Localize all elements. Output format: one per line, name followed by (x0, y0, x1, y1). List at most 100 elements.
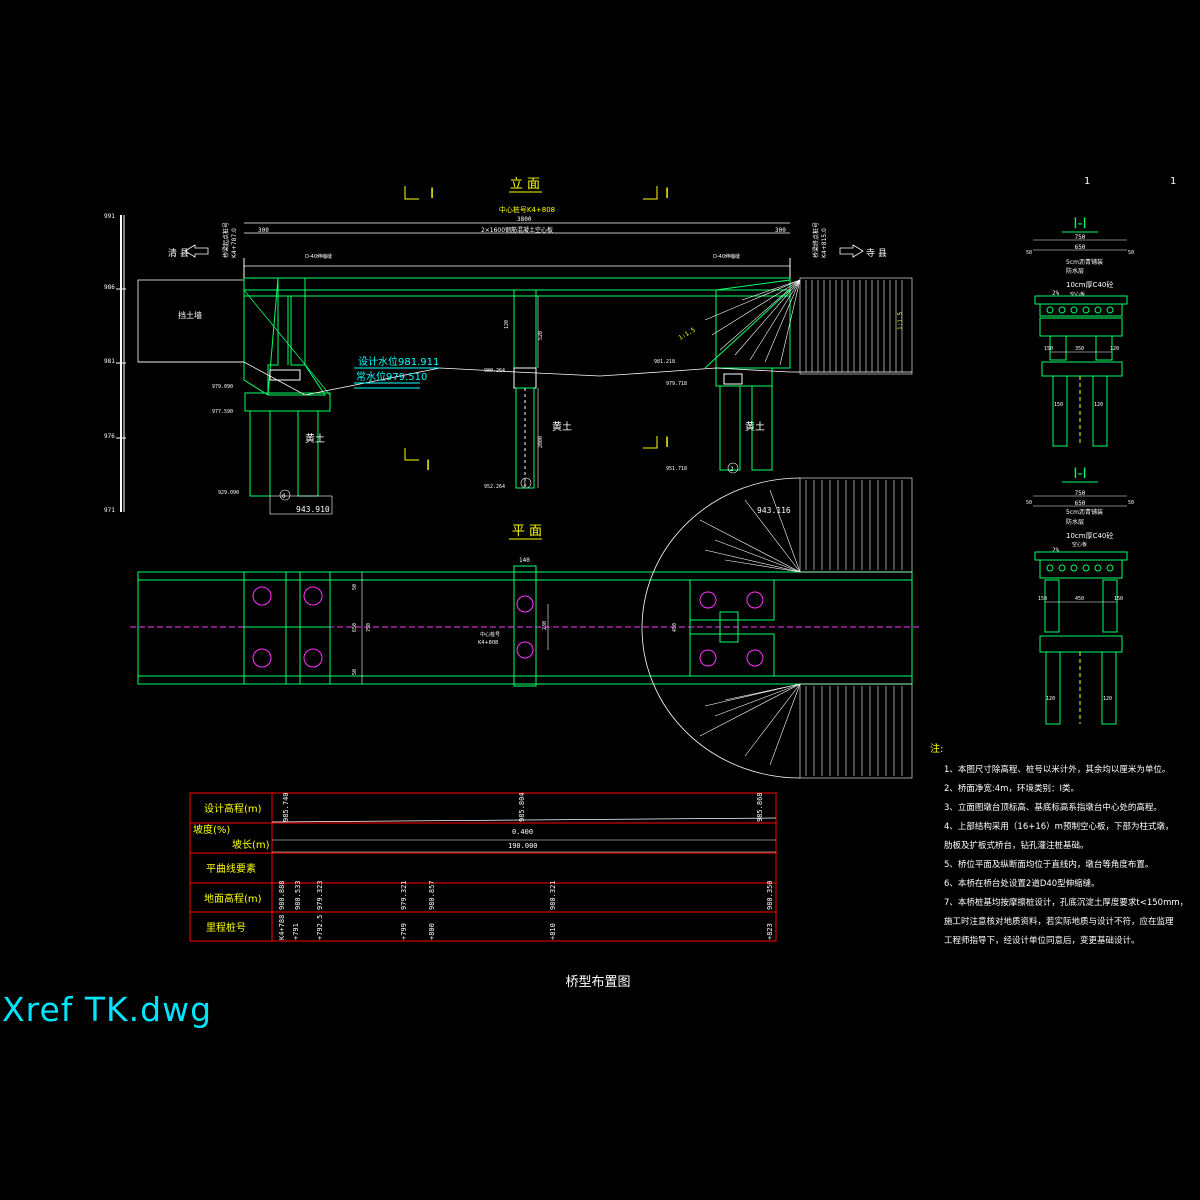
table-row-label: 坡长(m) (232, 838, 270, 851)
svg-text:980.888: 980.888 (278, 880, 286, 910)
elevation-view: 立 面 I I I I 中心桩号K4+808 3800 300 300 2×16… (104, 177, 913, 515)
plan-center-pier (513, 565, 537, 687)
right-cone-hatching (704, 279, 801, 366)
note-line: 3、立面图墩台顶标高、基底标高系指墩台中心处的高程。 (944, 802, 1162, 813)
svg-text:120: 120 (1094, 402, 1103, 408)
section-title-lower: I-I (1073, 466, 1086, 482)
svg-text:150: 150 (1054, 402, 1063, 408)
right-station: K4+815.0 (821, 228, 828, 258)
retaining-wall (137, 279, 245, 363)
center-pile-label: 中心桩号K4+808 (499, 205, 555, 214)
main-title: 桥型布置图 (565, 975, 630, 990)
section-mark-text: I (665, 435, 669, 451)
table-row-label: 平曲线要素 (206, 862, 256, 875)
svg-text:1: 1 (523, 481, 527, 488)
notes-heading: 注: (930, 742, 943, 755)
left-station-label: 桥梁起点桩号 (222, 222, 230, 258)
right-direction-text: 寺 县 (866, 248, 887, 259)
elevation-scale: 991 986 981 976 971 (104, 213, 126, 514)
svg-text:980.321: 980.321 (549, 880, 557, 910)
svg-text:650: 650 (352, 623, 358, 632)
left-span-dim: 300 (258, 227, 269, 234)
joint-left-label: D-40伸缩缝 (305, 253, 332, 260)
svg-text:2: 2 (730, 466, 734, 473)
svg-text:980.350: 980.350 (766, 880, 774, 910)
note-line: 6、本桥在桥台处设置2道D40型伸缩缝。 (944, 878, 1100, 889)
svg-text:0: 0 (282, 493, 286, 500)
svg-text:2%: 2% (1052, 547, 1060, 554)
section-title-upper: I-I (1073, 216, 1086, 232)
svg-text:50: 50 (352, 584, 358, 590)
svg-text:防水层: 防水层 (1066, 267, 1084, 275)
note-line: 施工时注意核对地质资料，若实际地质与设计不符，应在监理 (944, 916, 1174, 927)
svg-text:K4+788: K4+788 (278, 915, 286, 940)
svg-text:979.321: 979.321 (400, 880, 408, 910)
table-row-label: 设计高程(m) (204, 802, 262, 815)
svg-text:981: 981 (104, 358, 115, 365)
svg-text:120: 120 (1046, 696, 1055, 702)
svg-text:230: 230 (542, 621, 548, 630)
svg-text:991: 991 (104, 213, 115, 220)
section-mark-top-left: I (404, 186, 434, 202)
plan-cone-hatching-top (699, 489, 801, 573)
elevation-title: 立 面 (510, 177, 540, 192)
left-abutment (243, 277, 331, 497)
svg-text:150: 150 (1044, 346, 1053, 352)
svg-text:K4+808: K4+808 (478, 640, 498, 646)
svg-text:951.718: 951.718 (666, 466, 687, 472)
svg-text:50: 50 (352, 669, 358, 675)
section-mark-top-right: I (643, 186, 669, 202)
svg-text:5cm沥青铺装: 5cm沥青铺装 (1066, 258, 1103, 266)
svg-text:980.857: 980.857 (428, 880, 436, 910)
svg-text:50: 50 (1128, 500, 1134, 506)
svg-text:750: 750 (1075, 234, 1086, 241)
plan-cone-outline (641, 477, 801, 779)
note-line: 工程师指导下，经设计单位同意后，变更基础设计。 (944, 935, 1140, 946)
svg-text:10cm厚C40砼: 10cm厚C40砼 (1066, 280, 1113, 289)
span-text: 2×1600钢筋混凝土空心板 (481, 226, 553, 234)
svg-text:980.264: 980.264 (484, 368, 505, 374)
profile-table-content: 设计高程(m) 坡度(%) 坡长(m) 平曲线要素 地面高程(m) 里程桩号 0… (193, 792, 777, 940)
svg-text:985.804: 985.804 (518, 792, 526, 822)
svg-text:929.090: 929.090 (218, 490, 239, 496)
note-line: 1、本图尺寸除高程、桩号以米计外，其余均以厘米为单位。 (944, 764, 1170, 775)
svg-text:+810: +810 (549, 923, 557, 940)
section-view-upper: I-I 750 650 50 50 5cm沥青铺装 防水层 10cm厚C40砼 … (1026, 216, 1134, 447)
svg-text:979.718: 979.718 (666, 381, 687, 387)
left-direction-arrow: 清 县 (168, 244, 209, 259)
svg-text:+792.5: +792.5 (316, 915, 324, 940)
svg-text:中心桩号: 中心桩号 (480, 631, 500, 638)
svg-text:+823: +823 (766, 923, 774, 940)
svg-text:520: 520 (538, 331, 544, 340)
note-line: 5、桥位平面及纵断面均位于直线内，墩台等角度布置。 (944, 859, 1153, 870)
plan-title: 平 面 (512, 524, 542, 539)
svg-text:985.740: 985.740 (282, 792, 290, 822)
center-pier (513, 289, 537, 490)
corner-mark-1: 1 (1084, 176, 1090, 187)
svg-text:150: 150 (1038, 596, 1047, 602)
svg-text:943.116: 943.116 (757, 506, 791, 515)
svg-text:976: 976 (104, 433, 115, 440)
svg-text:120: 120 (1110, 346, 1119, 352)
right-embankment-hatching (799, 277, 913, 375)
right-abutment (704, 279, 791, 471)
soil-label-right: 黄土 (745, 420, 765, 433)
slope-right: 1:1.5 (897, 312, 904, 330)
svg-text:50: 50 (1026, 250, 1032, 256)
table-row-label: 坡度(%) (193, 823, 230, 836)
corner-mark-2: 1 (1170, 176, 1176, 187)
svg-text:650: 650 (1075, 244, 1086, 251)
svg-text:979.323: 979.323 (316, 880, 324, 910)
section-view-lower: I-I 750 650 50 50 5cm沥青铺装 防水层 10cm厚C40砼 … (1026, 466, 1134, 725)
left-station: K4+787.0 (231, 228, 238, 258)
plan-deck-outline (137, 571, 913, 685)
slope-label: 1:1.5 (678, 326, 697, 341)
svg-text:350: 350 (1075, 346, 1084, 352)
svg-text:952.264: 952.264 (484, 484, 505, 490)
section-mark-text: I (426, 458, 430, 474)
right-station-label: 桥梁终点桩号 (812, 222, 820, 258)
svg-text:190.000: 190.000 (508, 842, 538, 850)
total-span-value: 3800 (517, 216, 532, 223)
table-row-label: 地面高程(m) (204, 892, 262, 905)
svg-text:120: 120 (504, 320, 510, 329)
